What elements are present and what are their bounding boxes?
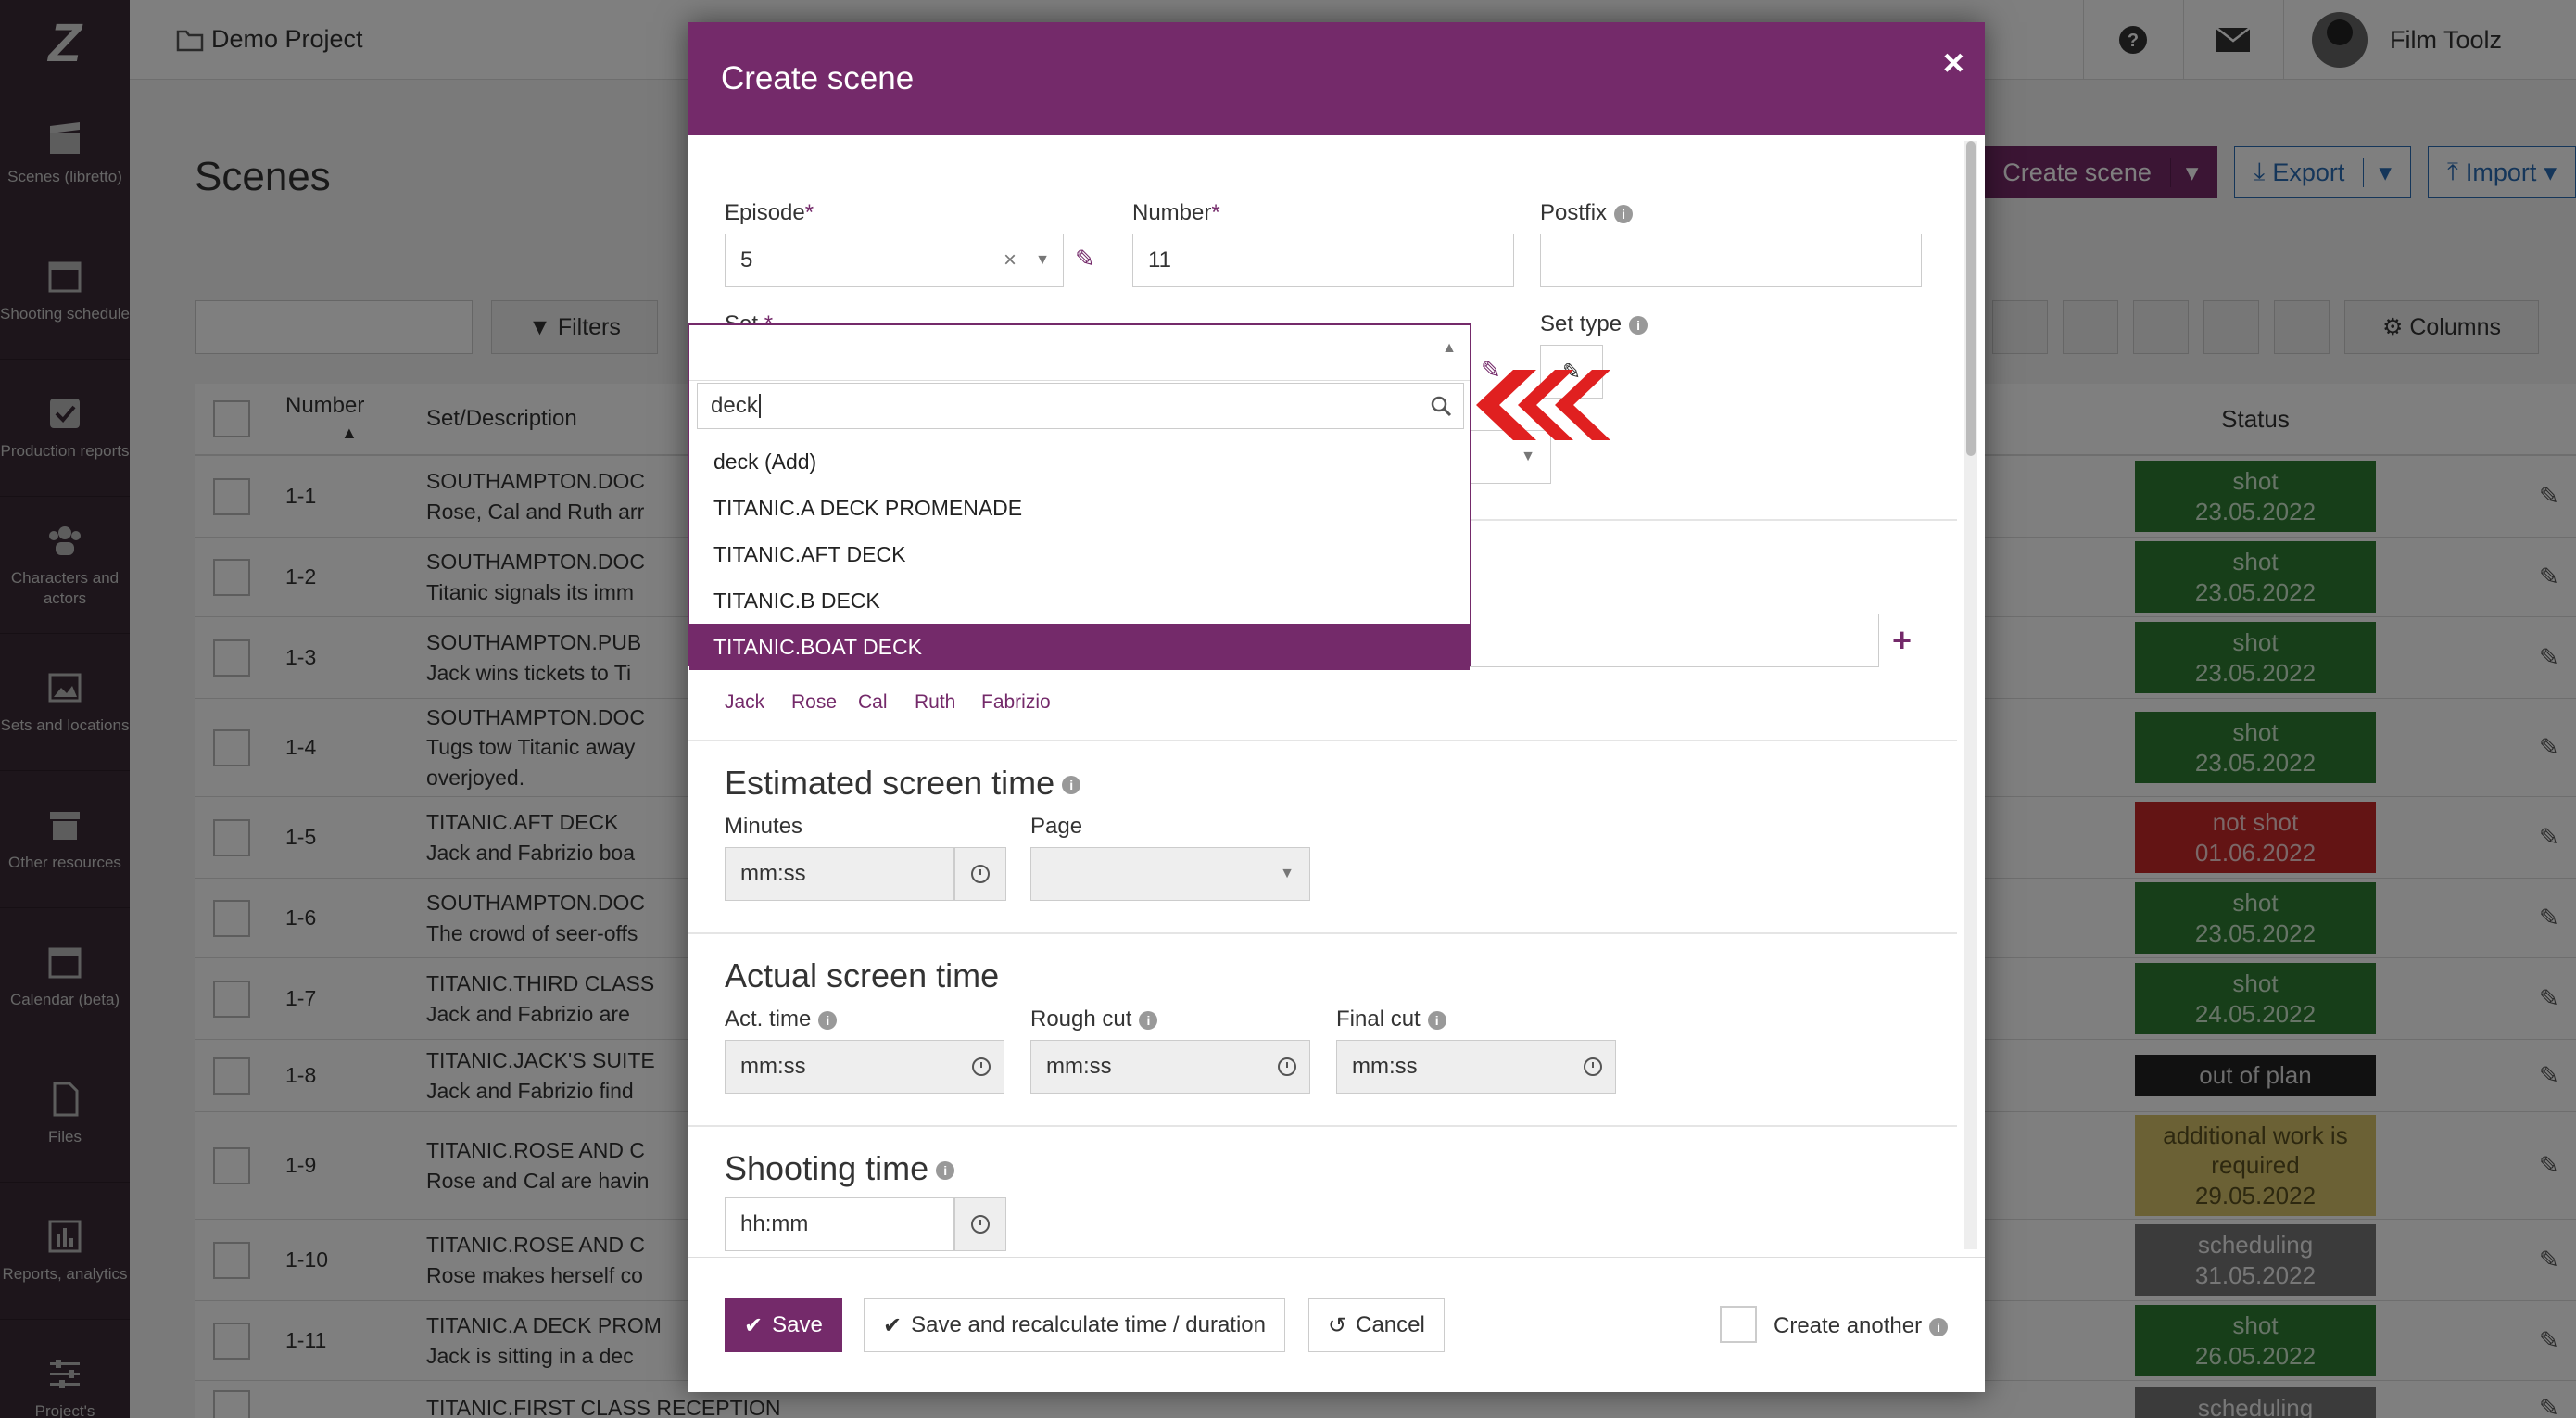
clock-icon[interactable] bbox=[1278, 1057, 1296, 1076]
shooting-time-field[interactable]: hh:mm bbox=[725, 1197, 954, 1251]
search-icon bbox=[1431, 396, 1452, 417]
final-cut-label: Final cut i bbox=[1336, 1007, 1446, 1032]
info-icon: i bbox=[1929, 1317, 1949, 1336]
actual-screen-time-title: Actual screen time bbox=[725, 956, 1000, 994]
info-icon: i bbox=[1629, 315, 1648, 335]
section-divider bbox=[688, 932, 1957, 934]
clock-icon[interactable] bbox=[972, 1057, 991, 1076]
episode-label: Episode* bbox=[725, 200, 814, 225]
modal-scrollbar[interactable] bbox=[1964, 141, 1977, 1249]
info-icon: i bbox=[818, 1010, 838, 1030]
rough-cut-label: Rough cut i bbox=[1030, 1007, 1158, 1032]
act-time-label: Act. time i bbox=[725, 1007, 838, 1032]
close-icon[interactable]: × bbox=[1943, 43, 1964, 84]
set-search-input[interactable]: deck bbox=[697, 383, 1464, 429]
set-option[interactable]: deck (Add) bbox=[689, 438, 1470, 485]
pointer-arrow-icon bbox=[1476, 370, 1610, 440]
set-select-dropdown: ▲ deck deck (Add) TITANIC.A DECK PROMENAD… bbox=[688, 323, 1471, 670]
check-icon: ✔ bbox=[883, 1312, 903, 1338]
episode-value: 5 bbox=[740, 247, 753, 272]
undo-icon: ↺ bbox=[1328, 1312, 1347, 1338]
estimated-screen-time-title: Estimated screen time i bbox=[725, 764, 1081, 803]
save-recalculate-button[interactable]: ✔ Save and recalculate time / duration bbox=[864, 1298, 1285, 1352]
section-divider bbox=[688, 1125, 1957, 1127]
check-icon: ✔ bbox=[744, 1312, 764, 1338]
set-option[interactable]: TITANIC.AFT DECK bbox=[689, 531, 1470, 577]
modal-header: Create scene × bbox=[688, 22, 1985, 135]
characters-input[interactable] bbox=[1429, 614, 1879, 667]
final-cut-field[interactable]: mm:ss bbox=[1336, 1040, 1616, 1094]
postfix-label: Postfix i bbox=[1540, 200, 1634, 226]
clock-icon[interactable] bbox=[1584, 1057, 1602, 1076]
section-divider bbox=[688, 740, 1957, 741]
page-label: Page bbox=[1030, 814, 1083, 839]
chevron-down-icon: ▼ bbox=[1521, 449, 1535, 464]
set-type-label: Set type i bbox=[1540, 311, 1648, 337]
clear-icon[interactable]: × bbox=[1004, 247, 1017, 273]
character-tag[interactable]: Fabrizio bbox=[981, 691, 1051, 714]
character-tag[interactable]: Jack bbox=[725, 691, 764, 714]
character-tag[interactable]: Ruth bbox=[915, 691, 955, 714]
modal-title: Create scene bbox=[721, 60, 915, 96]
character-tag[interactable]: Cal bbox=[858, 691, 888, 714]
set-option[interactable]: TITANIC.A DECK PROMENADE bbox=[689, 485, 1470, 531]
chevron-up-icon: ▲ bbox=[1442, 340, 1457, 356]
set-select[interactable]: ▲ bbox=[689, 325, 1470, 381]
act-time-field[interactable]: mm:ss bbox=[725, 1040, 1004, 1094]
clock-icon[interactable] bbox=[954, 847, 1006, 901]
chevron-down-icon: ▼ bbox=[1035, 252, 1050, 268]
number-field[interactable]: 11 bbox=[1132, 234, 1514, 287]
set-options-list: deck (Add) TITANIC.A DECK PROMENADE TITANI… bbox=[689, 438, 1470, 670]
cancel-button[interactable]: ↺ Cancel bbox=[1308, 1298, 1445, 1352]
chevron-down-icon: ▼ bbox=[1280, 866, 1294, 881]
edit-episode-pencil-icon[interactable]: ✎ bbox=[1075, 245, 1095, 273]
info-icon: i bbox=[936, 1161, 955, 1181]
postfix-field[interactable] bbox=[1540, 234, 1922, 287]
info-icon: i bbox=[1062, 776, 1081, 795]
add-character-plus-icon[interactable]: + bbox=[1892, 621, 1912, 660]
shooting-time-title: Shooting time i bbox=[725, 1149, 955, 1188]
scrollbar-thumb[interactable] bbox=[1966, 141, 1976, 456]
character-tag[interactable]: Rose bbox=[791, 691, 837, 714]
info-icon: i bbox=[1427, 1010, 1446, 1030]
number-label: Number* bbox=[1132, 200, 1220, 225]
create-scene-modal: Create scene × Episode* 5 × ▼ ✎ Number* … bbox=[688, 22, 1985, 1392]
set-option[interactable]: TITANIC.BOAT DECK bbox=[689, 624, 1470, 670]
app: Z Scenes (libretto) Shooting schedule Pr… bbox=[0, 0, 2576, 1418]
save-button[interactable]: ✔ Save bbox=[725, 1298, 842, 1352]
info-icon: i bbox=[1139, 1010, 1158, 1030]
create-another-checkbox[interactable] bbox=[1720, 1306, 1757, 1343]
modal-body: Episode* 5 × ▼ ✎ Number* 11 Postfixi Set… bbox=[688, 135, 1985, 1257]
page-select[interactable]: ▼ bbox=[1030, 847, 1310, 901]
info-icon: i bbox=[1614, 204, 1634, 223]
clock-icon[interactable] bbox=[954, 1197, 1006, 1251]
create-another-label: Create another i bbox=[1774, 1313, 1949, 1339]
set-option[interactable]: TITANIC.B DECK bbox=[689, 577, 1470, 624]
rough-cut-field[interactable]: mm:ss bbox=[1030, 1040, 1310, 1094]
minutes-field[interactable]: mm:ss bbox=[725, 847, 954, 901]
episode-select[interactable]: 5 × ▼ bbox=[725, 234, 1064, 287]
modal-footer: ✔ Save ✔ Save and recalculate time / durat… bbox=[688, 1257, 1985, 1392]
minutes-label: Minutes bbox=[725, 814, 803, 839]
